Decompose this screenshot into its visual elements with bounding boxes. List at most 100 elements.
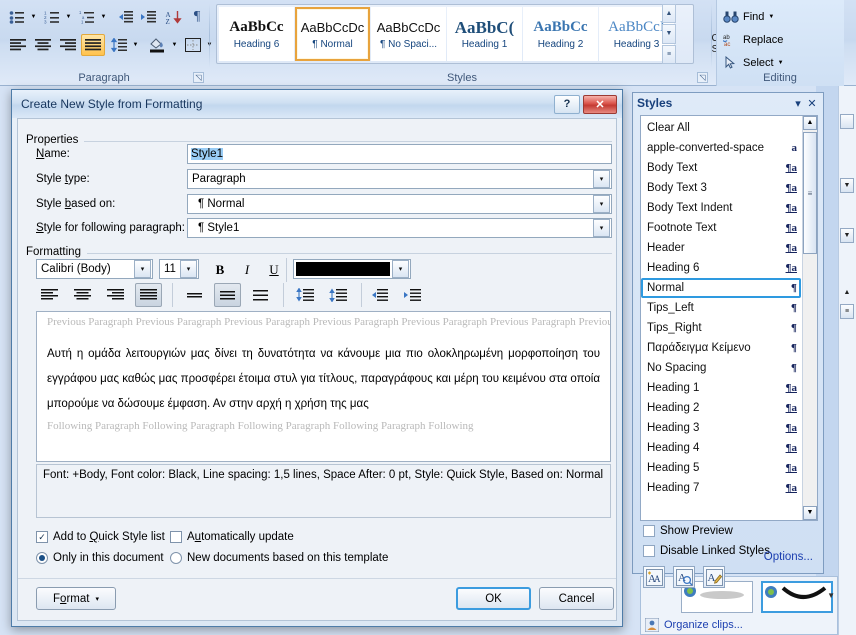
numbering-button[interactable]: 1 2 3 [41, 6, 63, 28]
gallery-item-heading2[interactable]: AaBbCc Heading 2 [523, 7, 598, 61]
bullets-button[interactable] [6, 6, 28, 28]
style-list-item[interactable]: Heading 2 ¶a [641, 398, 801, 418]
style-list-item[interactable]: apple-converted-space a [641, 138, 801, 158]
line-spacing-dropdown[interactable]: ▼ [130, 34, 141, 56]
dlg-increase-indent-button[interactable] [399, 284, 426, 306]
chevron-down-icon[interactable]: ▾ [134, 260, 151, 278]
line-spacing-double-button[interactable] [247, 284, 274, 306]
disable-linked-styles-checkbox[interactable]: Disable Linked Styles [643, 545, 770, 557]
style-list-item-selected[interactable]: Normal ¶ [641, 278, 801, 298]
align-center-button[interactable] [31, 34, 55, 56]
style-list-item[interactable]: Heading 1 ¶a [641, 378, 801, 398]
style-list-item[interactable]: Heading 4 ¶a [641, 438, 801, 458]
style-list-item[interactable]: Tips_Right ¶ [641, 318, 801, 338]
select-button[interactable]: Select ▼ [720, 52, 842, 73]
multilevel-list-dropdown[interactable]: ▼ [98, 6, 109, 28]
dlg-align-left-button[interactable] [36, 284, 63, 306]
styles-list-scrollbar[interactable]: ▲ ≡ ▼ [802, 116, 817, 520]
justify-button[interactable] [81, 34, 105, 56]
align-right-button[interactable] [56, 34, 80, 56]
add-to-quick-style-list-checkbox[interactable]: ✓ Add to Quick Style list [36, 531, 165, 543]
style-list-item[interactable]: Clear All [641, 118, 801, 138]
pane-close-icon[interactable]: ✕ [805, 96, 819, 110]
manage-styles-button[interactable]: A [703, 566, 725, 588]
format-button[interactable]: Format ▾ [36, 587, 116, 610]
chevron-down-icon[interactable]: ▾ [593, 170, 610, 188]
borders-button[interactable] [182, 34, 204, 56]
gallery-item-normal[interactable]: AaBbCcDc ¶ Normal [295, 7, 370, 61]
pane-menu-arrow-icon[interactable]: ▾ [791, 96, 805, 110]
scroll-box[interactable] [840, 114, 854, 129]
document-vertical-scrollbar[interactable]: ▼ ▼ ▲ ≡ [838, 86, 856, 635]
styles-gallery[interactable]: AaBbCc Heading 6 AaBbCcDc ¶ Normal AaBbC… [216, 4, 694, 64]
ok-button[interactable]: OK [456, 587, 531, 610]
bullets-dropdown[interactable]: ▼ [28, 6, 39, 28]
organize-clips-link[interactable]: Organize clips... [645, 618, 743, 632]
line-spacing-single-button[interactable] [181, 284, 208, 306]
sort-button[interactable]: A Z [162, 6, 185, 28]
style-based-on-combo[interactable]: ¶ Normal ▾ [187, 194, 612, 214]
styles-list-scroll-up-button[interactable]: ▲ [803, 116, 817, 130]
gallery-item-heading6[interactable]: AaBbCc Heading 6 [219, 7, 294, 61]
clip-thumbnail-selected[interactable] [761, 581, 833, 613]
multilevel-list-button[interactable]: 1 a 1 [76, 6, 98, 28]
dialog-close-button[interactable]: ✕ [583, 94, 617, 114]
paragraph-dialog-launcher[interactable]: ◹ [193, 72, 204, 83]
style-list-item[interactable]: Heading 5 ¶a [641, 458, 801, 478]
style-list-item[interactable]: Body Text Indent ¶a [641, 198, 801, 218]
scroll-up-small-button[interactable]: ▲ [840, 286, 854, 301]
shading-dropdown[interactable]: ▼ [169, 34, 180, 56]
new-style-button[interactable]: A A [643, 566, 665, 588]
style-list-item[interactable]: Body Text 3 ¶a [641, 178, 801, 198]
italic-button[interactable]: I [235, 259, 259, 281]
bold-button[interactable]: B [208, 259, 232, 281]
style-list-item[interactable]: Body Text ¶a [641, 158, 801, 178]
chevron-down-icon[interactable]: ▾ [593, 219, 610, 237]
underline-button[interactable]: U [262, 259, 286, 281]
options-link[interactable]: Options... [764, 551, 813, 563]
style-following-combo[interactable]: ¶ Style1 ▾ [187, 218, 612, 238]
decrease-indent-button[interactable] [114, 6, 137, 28]
shading-button[interactable] [145, 34, 169, 56]
styles-list-scroll-thumb[interactable]: ≡ [803, 132, 817, 254]
gallery-item-no-spacing[interactable]: AaBbCcDc ¶ No Spaci... [371, 7, 446, 61]
replace-button[interactable]: ab ac Replace [720, 29, 842, 50]
show-formatting-marks-button[interactable]: ¶ [187, 6, 207, 28]
dlg-decrease-indent-button[interactable] [366, 284, 393, 306]
cancel-button[interactable]: Cancel [539, 587, 614, 610]
new-documents-based-on-template-radio[interactable]: New documents based on this template [170, 552, 388, 564]
decrease-paragraph-spacing-button[interactable] [325, 284, 352, 306]
gallery-scrollbar[interactable]: ▲ ▼ ≡ [662, 4, 676, 64]
gallery-more-button[interactable]: ≡ [662, 44, 676, 64]
style-list-item[interactable]: No Spacing ¶ [641, 358, 801, 378]
styles-list-scroll-down-button[interactable]: ▼ [803, 506, 817, 520]
increase-indent-button[interactable] [137, 6, 160, 28]
style-list-item[interactable]: Heading 6 ¶a [641, 258, 801, 278]
dlg-justify-button[interactable] [135, 283, 162, 307]
styles-dialog-launcher[interactable]: ◹ [697, 72, 708, 83]
style-list-item[interactable]: Tips_Left ¶ [641, 298, 801, 318]
line-spacing-1-5-button[interactable] [214, 283, 241, 307]
dlg-align-center-button[interactable] [69, 284, 96, 306]
line-spacing-button[interactable] [108, 34, 130, 56]
chevron-down-icon[interactable]: ▾ [180, 260, 197, 278]
numbering-dropdown[interactable]: ▼ [63, 6, 74, 28]
scroll-down-button[interactable]: ▼ [840, 178, 854, 193]
only-in-this-document-radio[interactable]: Only in this document [36, 552, 164, 564]
clip-scroll-down-button[interactable]: ▼ [827, 591, 835, 600]
style-list-item[interactable]: Παράδειγμα Κείμενο ¶ [641, 338, 801, 358]
font-family-combo[interactable]: Calibri (Body) ▾ [36, 259, 153, 279]
style-type-combo[interactable]: Paragraph ▾ [187, 169, 612, 189]
dialog-titlebar[interactable]: Create New Style from Formatting ? ✕ [12, 90, 622, 118]
dlg-align-right-button[interactable] [102, 284, 129, 306]
scroll-next-page-button[interactable]: ▼ [840, 228, 854, 243]
style-list-item[interactable]: Heading 7 ¶a [641, 478, 801, 498]
styles-list[interactable]: Clear All apple-converted-space a Body T… [640, 115, 818, 521]
style-list-item[interactable]: Footnote Text ¶a [641, 218, 801, 238]
chevron-down-icon[interactable]: ▾ [392, 260, 409, 278]
show-preview-checkbox[interactable]: Show Preview [643, 525, 733, 537]
font-color-combo[interactable]: ▾ [293, 259, 411, 279]
gallery-scroll-up-button[interactable]: ▲ [662, 4, 676, 24]
find-button[interactable]: Find ▼ [720, 6, 842, 27]
style-name-input[interactable]: Style1 [187, 144, 612, 164]
